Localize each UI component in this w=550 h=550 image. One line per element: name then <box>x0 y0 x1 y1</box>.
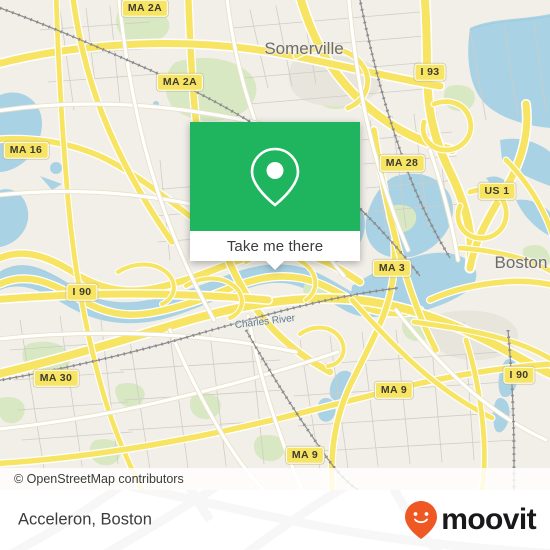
map-canvas[interactable]: .w { fill:#a9d2e4; } .pk { fill:#d7e8c2;… <box>0 0 550 490</box>
location-title: Acceleron, Boston <box>18 510 152 529</box>
road-shield-us-1[interactable]: US 1 <box>478 182 516 200</box>
road-shield-i-93[interactable]: I 93 <box>414 63 446 81</box>
road-shield-ma-28[interactable]: MA 28 <box>379 154 425 172</box>
popup-header <box>190 122 360 231</box>
road-shield-ma-30[interactable]: MA 30 <box>33 369 79 387</box>
location-popup-card[interactable]: Take me there <box>190 122 360 270</box>
popup-pointer-tail <box>266 261 284 270</box>
place-label-boston: Boston <box>494 253 548 272</box>
take-me-there-label: Take me there <box>226 237 324 255</box>
road-shield-ma-2a-north[interactable]: MA 2A <box>121 0 169 17</box>
road-shield-ma-9-east[interactable]: MA 9 <box>374 381 414 399</box>
road-shield-ma-2a-south[interactable]: MA 2A <box>156 73 204 91</box>
moovit-location-card: .w { fill:#a9d2e4; } .pk { fill:#d7e8c2;… <box>0 0 550 550</box>
osm-attribution[interactable]: © OpenStreetMap contributors <box>0 468 550 490</box>
map-pin-icon <box>250 147 300 207</box>
moovit-wordmark: moovit <box>441 503 536 536</box>
take-me-there-button[interactable]: Take me there <box>190 231 360 261</box>
road-shield-ma-16[interactable]: MA 16 <box>3 141 49 159</box>
road-shield-ma-9-south[interactable]: MA 9 <box>285 446 325 464</box>
road-shield-i-90-east[interactable]: I 90 <box>503 366 535 384</box>
moovit-pin-logo-icon <box>405 501 438 539</box>
road-shield-i-90-west[interactable]: I 90 <box>66 283 98 301</box>
footer-bar: Acceleron, Boston moovit <box>0 490 550 550</box>
road-shield-ma-3[interactable]: MA 3 <box>372 259 412 277</box>
moovit-brand[interactable]: moovit <box>404 500 537 540</box>
place-label-somerville: Somerville <box>264 39 344 58</box>
